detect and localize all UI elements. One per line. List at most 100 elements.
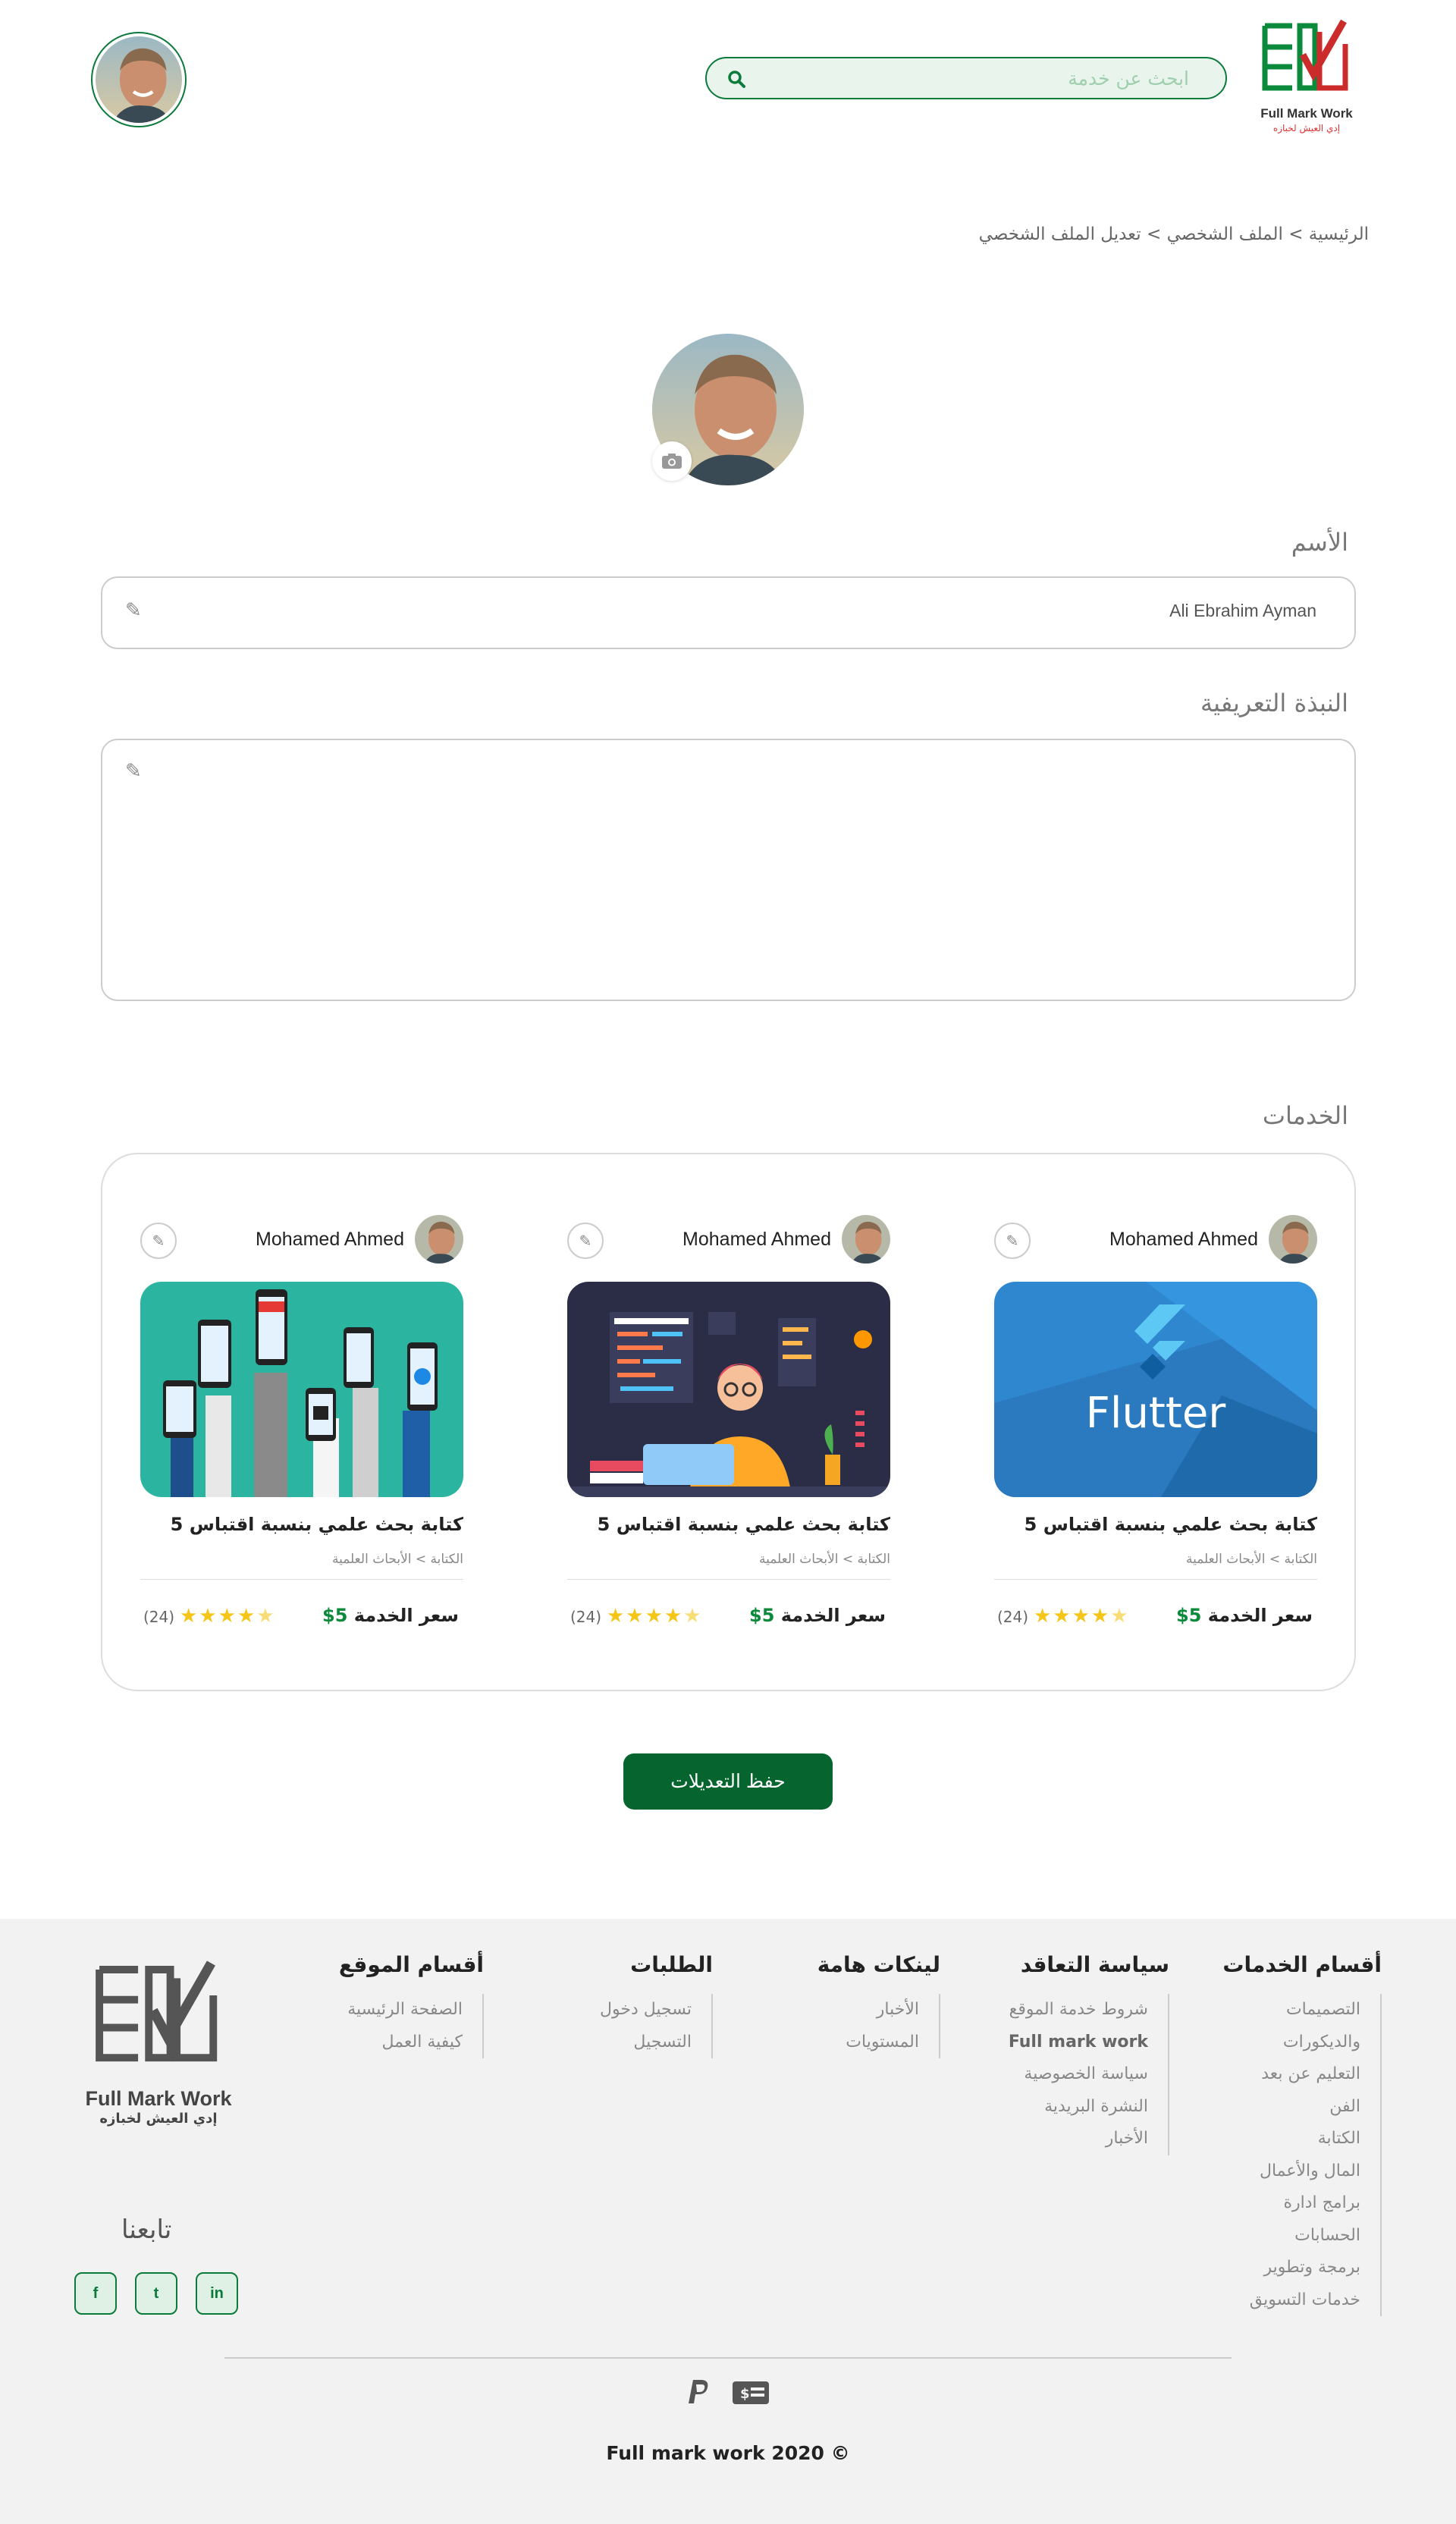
footer-logo-text: Full Mark Work xyxy=(85,2087,232,2110)
bio-field[interactable]: ✎ xyxy=(101,739,1356,1001)
name-input[interactable]: Ali Ebrahim Ayman xyxy=(1169,601,1316,621)
footer-link[interactable]: الصفحة الرئيسية xyxy=(339,1994,463,2026)
pencil-icon: ✎ xyxy=(579,1232,592,1250)
service-image[interactable] xyxy=(567,1282,890,1497)
footer-column-services: أقسام الخدمات التصميمات والديكورات التعل… xyxy=(1222,1952,1382,2316)
price-value: 5$ xyxy=(1175,1605,1202,1626)
user-avatar[interactable] xyxy=(91,32,187,127)
review-count: (24) xyxy=(570,1608,602,1626)
footer-link[interactable]: التسجيل xyxy=(600,2026,692,2059)
logo-text: Full Mark Work xyxy=(1260,106,1353,121)
footer-column-title: لينكات هامة xyxy=(817,1952,940,1977)
service-price: سعر الخدمة 5$ xyxy=(1176,1605,1313,1626)
footer-link[interactable]: الحسابات xyxy=(1222,2220,1360,2252)
name-field[interactable]: Ali Ebrahim Ayman ✎ xyxy=(101,576,1356,649)
search-bar[interactable]: ابحث عن خدمة xyxy=(705,57,1227,99)
copyright: Full mark work 2020 © xyxy=(606,2442,850,2464)
author-name[interactable]: Mohamed Ahmed xyxy=(1109,1229,1258,1251)
footer-column-orders: الطلبات تسجيل دخول التسجيل xyxy=(600,1952,713,2058)
service-image[interactable]: Flutter xyxy=(994,1282,1317,1497)
camera-icon xyxy=(662,454,682,469)
footer-link[interactable]: التعليم عن بعد xyxy=(1222,2058,1360,2091)
logo-tagline: إدي العيش لخبازه xyxy=(1272,123,1341,133)
footer-column-site: أقسام الموقع الصفحة الرئيسية كيفية العمل xyxy=(339,1952,484,2058)
footer-link[interactable]: التصميمات xyxy=(1222,1994,1360,2026)
service-title[interactable]: كتابة بحث علمي بنسبة اقتباس 5 xyxy=(171,1514,463,1535)
star-rating: ★★★★★ xyxy=(607,1605,703,1628)
divider xyxy=(567,1579,890,1580)
footer-column-title: الطلبات xyxy=(630,1952,713,1977)
footer-link[interactable]: الفن xyxy=(1222,2091,1360,2124)
pencil-icon[interactable]: ✎ xyxy=(125,599,146,622)
author-avatar[interactable] xyxy=(415,1215,463,1264)
pencil-icon[interactable]: ✎ xyxy=(125,760,146,783)
footer-link[interactable]: تسجيل دخول xyxy=(600,1994,692,2026)
service-title[interactable]: كتابة بحث علمي بنسبة اقتباس 5 xyxy=(598,1514,890,1535)
service-title[interactable]: كتابة بحث علمي بنسبة اقتباس 5 xyxy=(1025,1514,1317,1535)
services-container: Mohamed Ahmed ✎ Flutter كتابة بحث علمي ب… xyxy=(101,1153,1356,1691)
star-rating: ★★★★★ xyxy=(180,1605,276,1628)
star-rating: ★★★★★ xyxy=(1034,1605,1130,1628)
footer-column-policy: سياسة التعاقد شروط خدمة الموقع Full mark… xyxy=(1009,1952,1169,2155)
price-value: 5$ xyxy=(748,1605,775,1626)
edit-service-button[interactable]: ✎ xyxy=(140,1223,177,1259)
edit-service-button[interactable]: ✎ xyxy=(567,1223,604,1259)
footer-logo[interactable]: Full Mark Work إدي العيش لخبازه xyxy=(79,1957,238,2146)
footer: أقسام الخدمات التصميمات والديكورات التعل… xyxy=(0,1919,1456,2524)
footer-link[interactable]: النشرة البريدية xyxy=(1009,2091,1148,2124)
service-price: سعر الخدمة 5$ xyxy=(322,1605,459,1626)
edit-service-button[interactable]: ✎ xyxy=(994,1223,1031,1259)
footer-link[interactable]: كيفية العمل xyxy=(339,2026,463,2059)
service-category[interactable]: الكتابة > الأبحاث العلمية xyxy=(759,1552,890,1567)
svg-text:$: $ xyxy=(740,2386,750,2402)
search-icon[interactable] xyxy=(726,69,748,90)
footer-link[interactable]: Full mark work xyxy=(1009,2026,1148,2059)
footer-link[interactable]: خدمات التسويق xyxy=(1222,2284,1360,2317)
pencil-icon: ✎ xyxy=(1006,1232,1019,1250)
divider xyxy=(994,1579,1317,1580)
service-image[interactable] xyxy=(140,1282,463,1497)
name-label: الأسم xyxy=(1291,528,1348,557)
service-card[interactable]: Mohamed Ahmed ✎ كتابة بحث علمي بنسبة اقت… xyxy=(140,1215,463,1655)
footer-link[interactable]: الأخبار xyxy=(1009,2123,1148,2155)
twitter-icon[interactable]: t xyxy=(135,2272,177,2315)
breadcrumb[interactable]: الرئيسية > الملف الشخصي > تعديل الملف ال… xyxy=(979,224,1369,244)
search-input[interactable]: ابحث عن خدمة xyxy=(1068,67,1189,89)
author-avatar[interactable] xyxy=(842,1215,890,1264)
footer-link[interactable]: شروط خدمة الموقع xyxy=(1009,1994,1148,2026)
footer-divider xyxy=(224,2357,1232,2359)
footer-link[interactable]: الأخبار xyxy=(817,1994,919,2026)
author-name[interactable]: Mohamed Ahmed xyxy=(682,1229,831,1251)
author-name[interactable]: Mohamed Ahmed xyxy=(256,1229,404,1251)
paypal-icon xyxy=(689,2380,708,2403)
follow-us-label: تابعنا xyxy=(121,2215,172,2245)
cash-icon: $ xyxy=(733,2381,769,2404)
save-changes-button[interactable]: حفظ التعديلات xyxy=(623,1753,833,1810)
footer-link[interactable]: سياسة الخصوصية xyxy=(1009,2058,1148,2091)
pencil-icon: ✎ xyxy=(152,1232,165,1250)
footer-column-title: أقسام الخدمات xyxy=(1222,1952,1382,1977)
review-count: (24) xyxy=(997,1608,1029,1626)
footer-link[interactable]: والديكورات xyxy=(1222,2026,1360,2059)
divider xyxy=(140,1579,463,1580)
facebook-icon[interactable]: f xyxy=(74,2272,117,2315)
bio-label: النبذة التعريفية xyxy=(1200,689,1348,717)
services-heading: الخدمات xyxy=(1262,1101,1348,1130)
service-category[interactable]: الكتابة > الأبحاث العلمية xyxy=(1186,1552,1317,1567)
footer-link[interactable]: برامج ادارة xyxy=(1222,2187,1360,2220)
author-avatar[interactable] xyxy=(1269,1215,1317,1264)
change-photo-button[interactable] xyxy=(652,441,692,481)
service-card[interactable]: Mohamed Ahmed ✎ Flutter كتابة بحث علمي ب… xyxy=(994,1215,1317,1655)
review-count: (24) xyxy=(143,1608,175,1626)
service-card[interactable]: Mohamed Ahmed ✎ كتابة بحث علمي بنسبة اقت… xyxy=(567,1215,890,1655)
price-value: 5$ xyxy=(322,1605,348,1626)
footer-column-links: لينكات هامة الأخبار المستويات xyxy=(817,1952,940,2058)
footer-link[interactable]: المستويات xyxy=(817,2026,919,2059)
footer-column-title: أقسام الموقع xyxy=(338,1952,484,1977)
footer-logo-tagline: إدي العيش لخبازه xyxy=(99,2111,218,2127)
linkedin-icon[interactable]: in xyxy=(196,2272,238,2315)
footer-link[interactable]: الكتابة xyxy=(1222,2123,1360,2155)
service-category[interactable]: الكتابة > الأبحاث العلمية xyxy=(332,1552,463,1567)
footer-link[interactable]: برمجة وتطوير xyxy=(1222,2252,1360,2284)
footer-link[interactable]: المال والأعمال xyxy=(1222,2155,1360,2188)
